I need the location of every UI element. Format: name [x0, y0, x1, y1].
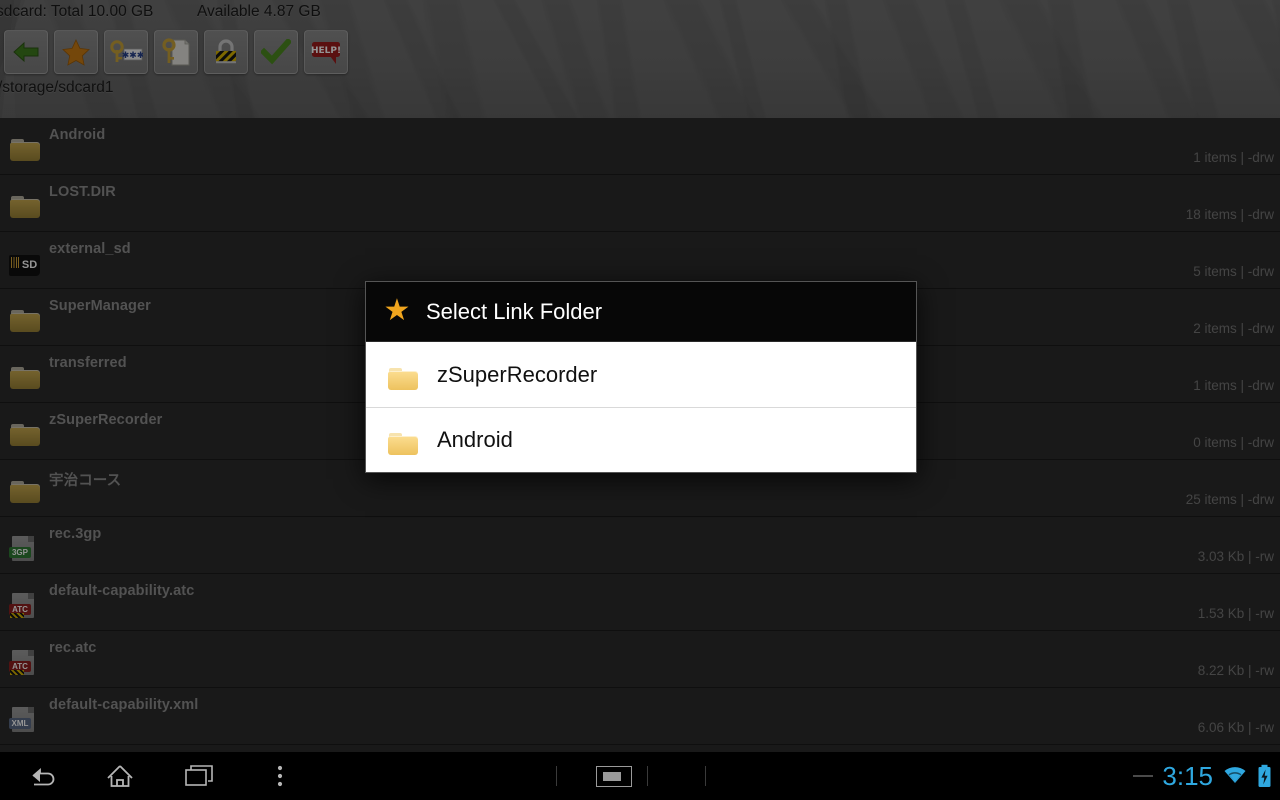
overflow-menu-icon [277, 765, 283, 787]
dialog-title-bar: ★ Select Link Folder [366, 282, 916, 342]
dialog-title-label: Select Link Folder [426, 298, 603, 324]
dialog-folder-label: Android [437, 427, 513, 452]
nav-back-button[interactable] [3, 752, 83, 800]
dialog-folder-item[interactable]: zSuperRecorder [366, 342, 916, 407]
ime-switcher[interactable] [556, 752, 706, 800]
folder-bright-icon [386, 426, 418, 455]
orange-star-icon: ★ [383, 294, 411, 327]
nav-recents-button[interactable] [160, 752, 240, 800]
wifi-icon [1224, 767, 1246, 783]
home-icon [107, 765, 133, 787]
keyboard-indicator-icon[interactable] [596, 766, 632, 787]
nav-divider-left [556, 766, 557, 786]
status-tray: 3:15 [1133, 752, 1272, 800]
folder-bright-icon [386, 361, 418, 390]
dialog-folder-list[interactable]: zSuperRecorder Android [366, 342, 916, 472]
select-link-folder-dialog: ★ Select Link Folder zSuperRecorder Andro… [365, 281, 917, 473]
nav-divider-mid [647, 766, 648, 786]
dialog-folder-item[interactable]: Android [366, 407, 916, 472]
recent-apps-icon [185, 765, 213, 786]
dialog-folder-label: zSuperRecorder [437, 361, 598, 387]
clock-label: 3:15 [1162, 761, 1213, 791]
nav-home-button[interactable] [80, 752, 160, 800]
nav-divider-right [705, 766, 706, 786]
back-arrow-icon [32, 768, 55, 786]
nav-menu-button[interactable] [240, 752, 320, 800]
notification-dash-icon [1133, 775, 1154, 777]
battery-charging-icon [1258, 764, 1271, 787]
system-navigation-bar: 3:15 [0, 752, 1280, 800]
